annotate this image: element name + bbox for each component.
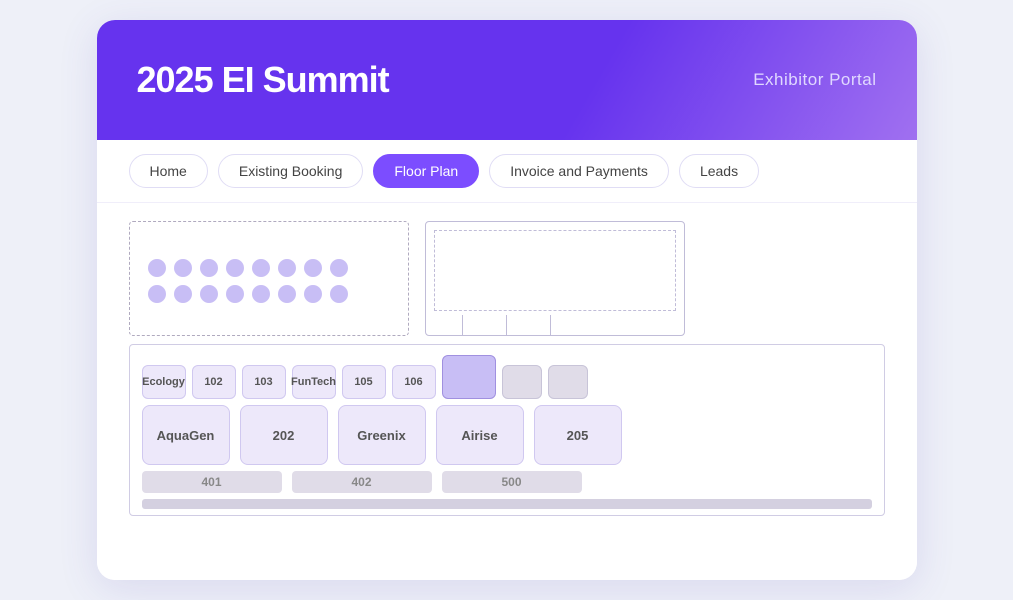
booth-gray-2[interactable] — [548, 365, 588, 399]
nav-leads[interactable]: Leads — [679, 154, 759, 188]
large-room — [425, 221, 685, 336]
large-booths-row: AquaGen 202 Greenix Airise 205 — [142, 405, 872, 465]
booth-103[interactable]: 103 — [242, 365, 286, 399]
large-room-inner — [434, 230, 676, 311]
floor-outer-border: Ecology 102 103 FunTech 105 106 AquaGen … — [129, 344, 885, 516]
seat — [252, 285, 270, 303]
nav-bar: Home Existing Booking Floor Plan Invoice… — [97, 140, 917, 203]
booth-gray-1[interactable] — [502, 365, 542, 399]
floor-plan: Ecology 102 103 FunTech 105 106 AquaGen … — [129, 221, 885, 575]
booth-funtech[interactable]: FunTech — [292, 365, 336, 399]
seat — [252, 259, 270, 277]
seat-row-1 — [148, 259, 390, 277]
seat — [148, 285, 166, 303]
nav-invoice-payments[interactable]: Invoice and Payments — [489, 154, 669, 188]
connector-3 — [550, 315, 552, 335]
seat — [330, 285, 348, 303]
section-401: 401 — [142, 471, 282, 493]
booth-105[interactable]: 105 — [342, 365, 386, 399]
large-room-wrapper — [425, 221, 685, 336]
booth-106[interactable]: 106 — [392, 365, 436, 399]
header: 2025 EI Summit Exhibitor Portal — [97, 20, 917, 140]
nav-floor-plan[interactable]: Floor Plan — [373, 154, 479, 188]
booth-102[interactable]: 102 — [192, 365, 236, 399]
bottom-row: 401 402 500 — [142, 471, 872, 493]
booth-greenix[interactable]: Greenix — [338, 405, 426, 465]
section-500: 500 — [442, 471, 582, 493]
booth-airise[interactable]: Airise — [436, 405, 524, 465]
booth-purple-1[interactable] — [442, 355, 496, 399]
connector-1 — [462, 315, 464, 335]
seat — [304, 285, 322, 303]
floor-bar — [142, 499, 872, 509]
seat — [330, 259, 348, 277]
app-title: 2025 EI Summit — [137, 59, 389, 101]
nav-home[interactable]: Home — [129, 154, 208, 188]
main-content: Ecology 102 103 FunTech 105 106 AquaGen … — [97, 203, 917, 580]
seat — [200, 285, 218, 303]
seat — [278, 285, 296, 303]
nav-existing-booking[interactable]: Existing Booking — [218, 154, 364, 188]
booth-205[interactable]: 205 — [534, 405, 622, 465]
seat — [200, 259, 218, 277]
booth-aquagen[interactable]: AquaGen — [142, 405, 230, 465]
seat — [174, 259, 192, 277]
small-booths-row: Ecology 102 103 FunTech 105 106 — [142, 355, 872, 399]
connector-2 — [506, 315, 508, 335]
seat — [148, 259, 166, 277]
booth-202[interactable]: 202 — [240, 405, 328, 465]
seat — [174, 285, 192, 303]
seat — [226, 259, 244, 277]
portal-label: Exhibitor Portal — [753, 70, 876, 90]
app-container: 2025 EI Summit Exhibitor Portal Home Exi… — [97, 20, 917, 580]
seat — [226, 285, 244, 303]
seating-area — [129, 221, 409, 336]
seat — [304, 259, 322, 277]
top-section — [129, 221, 885, 336]
booth-ecology[interactable]: Ecology — [142, 365, 186, 399]
section-402: 402 — [292, 471, 432, 493]
seat-row-2 — [148, 285, 390, 303]
seat — [278, 259, 296, 277]
